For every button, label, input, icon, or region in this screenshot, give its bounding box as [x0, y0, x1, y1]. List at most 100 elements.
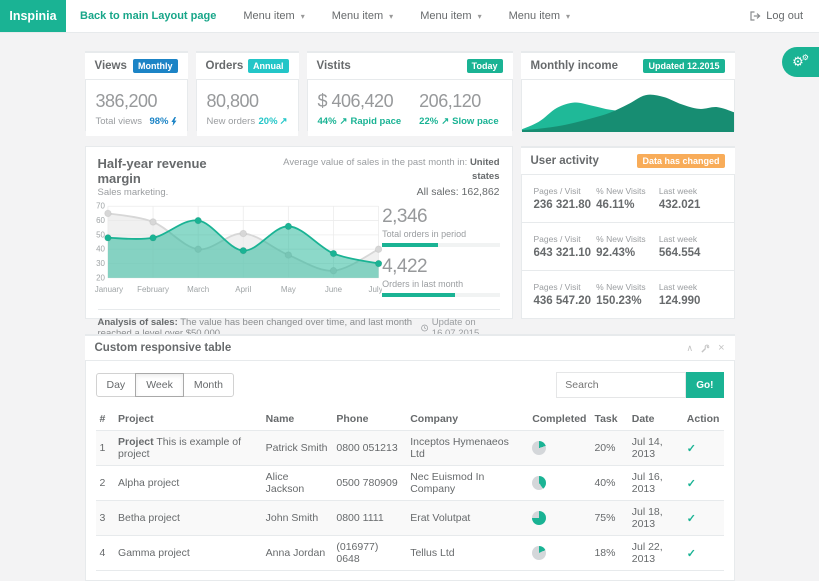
month-button[interactable]: Month: [183, 373, 234, 397]
check-icon[interactable]: ✓: [687, 548, 696, 560]
logout-button[interactable]: Log out: [750, 10, 803, 22]
collapse-icon[interactable]: ∧: [686, 344, 693, 353]
table-panel-title: Custom responsive table: [95, 342, 232, 354]
sign-out-icon: [750, 11, 761, 21]
annual-badge: Annual: [248, 59, 289, 73]
monthly-badge: Monthly: [133, 59, 178, 73]
close-icon[interactable]: ×: [718, 343, 724, 354]
check-icon[interactable]: ✓: [687, 443, 696, 455]
back-to-layout-link[interactable]: Back to main Layout page: [80, 10, 216, 22]
data-changed-badge: Data has changed: [637, 154, 724, 168]
views-label: Total views: [96, 116, 142, 127]
orders-in-period-progress: [382, 243, 499, 247]
caret-down-icon: ▾: [478, 12, 482, 21]
visits-metric-1: $ 406,420 44% ↗ Rapid pace: [318, 89, 402, 127]
user-activity-title: User activity: [531, 155, 599, 167]
menu-item-1[interactable]: Menu item ▾: [243, 10, 304, 22]
check-icon[interactable]: ✓: [687, 478, 696, 490]
bolt-icon: [171, 117, 177, 126]
user-activity-panel: User activity Data has changed Pages / V…: [521, 146, 735, 319]
svg-text:June: June: [324, 285, 342, 294]
go-button[interactable]: Go!: [686, 372, 723, 398]
svg-text:July: July: [368, 285, 382, 294]
orders-delta: 20% ↗: [259, 116, 288, 127]
svg-text:50: 50: [96, 231, 105, 240]
svg-text:60: 60: [96, 216, 105, 225]
svg-text:40: 40: [96, 245, 105, 254]
day-button[interactable]: Day: [96, 373, 137, 397]
orders-last-month-value: 4,422: [382, 256, 499, 278]
table-row-wrap: Custom responsive table ∧ × Day Week Mon…: [85, 334, 735, 581]
menu-item-2[interactable]: Menu item ▾: [332, 10, 393, 22]
visits-card-title: Vistits: [317, 60, 351, 72]
projects-table: # Project Name Phone Company Completed T…: [96, 408, 724, 571]
brand-logo[interactable]: Inspinia: [0, 0, 66, 32]
revenue-stats: 2,346 Total orders in period 4,422 Order…: [382, 202, 499, 306]
gear-small-icon: ⚙: [802, 54, 809, 62]
completed-pie-icon: [532, 441, 546, 455]
svg-text:30: 30: [96, 259, 105, 268]
menu-item-3[interactable]: Menu item ▾: [420, 10, 481, 22]
svg-text:April: April: [235, 285, 251, 294]
orders-last-month-progress: [382, 293, 499, 297]
views-card: Views Monthly 386,200 Total views 98%: [85, 51, 188, 131]
orders-card: Orders Annual 80,800 New orders 20% ↗: [196, 51, 299, 131]
svg-text:May: May: [280, 285, 295, 294]
completed-pie-icon: [532, 546, 546, 560]
check-icon[interactable]: ✓: [687, 513, 696, 525]
svg-text:70: 70: [96, 202, 105, 211]
user-activity-row: Pages / Visit643 321.10 % New Visits92.4…: [522, 223, 734, 271]
table-header-row: # Project Name Phone Company Completed T…: [96, 408, 724, 431]
clock-icon: [421, 323, 428, 333]
views-card-title: Views: [95, 60, 127, 72]
orders-label: New orders: [207, 116, 256, 127]
caret-down-icon: ▾: [389, 12, 393, 21]
orders-in-period-value: 2,346: [382, 206, 499, 228]
orders-card-title: Orders: [206, 60, 244, 72]
revenue-note: Average value of sales in the past month…: [253, 156, 499, 200]
user-activity-row: Pages / Visit436 547.20 % New Visits150.…: [522, 271, 734, 318]
svg-text:January: January: [94, 285, 122, 294]
table-row: 1 Project This is example of project Pat…: [96, 431, 724, 466]
top-navbar: Inspinia Back to main Layout page Menu i…: [0, 0, 819, 33]
caret-down-icon: ▾: [566, 12, 570, 21]
week-button[interactable]: Week: [135, 373, 184, 397]
table-row: 4 Gamma project Anna Jordan (016977) 064…: [96, 536, 724, 571]
svg-text:February: February: [137, 285, 169, 294]
stat-cards-row: Views Monthly 386,200 Total views 98%: [85, 51, 735, 131]
updated-badge: Updated 12.2015: [643, 59, 724, 73]
level-up-icon: ↗: [340, 116, 348, 127]
revenue-margin-panel: Half-year revenue margin Sales marketing…: [85, 146, 513, 319]
completed-pie-icon: [532, 476, 546, 490]
svg-text:March: March: [187, 285, 209, 294]
views-delta: 98%: [149, 116, 176, 127]
menu-item-4[interactable]: Menu item ▾: [509, 10, 570, 22]
revenue-subtitle: Sales marketing.: [98, 187, 254, 198]
level-up-icon: ↗: [441, 116, 449, 127]
monthly-income-title: Monthly income: [531, 60, 619, 72]
today-badge: Today: [467, 59, 503, 73]
custom-table-panel: Custom responsive table ∧ × Day Week Mon…: [85, 334, 735, 581]
all-sales: All sales: 162,862: [253, 185, 499, 201]
middle-row: Half-year revenue margin Sales marketing…: [85, 146, 735, 319]
table-row: 2 Alpha project Alice Jackson 0500 78090…: [96, 466, 724, 501]
revenue-margin-chart: 20 30 40 50 60 70 January February March April May…: [92, 202, 383, 298]
range-button-group: Day Week Month: [96, 373, 235, 397]
views-value: 386,200: [96, 91, 177, 112]
orders-value: 80,800: [207, 91, 288, 112]
revenue-title: Half-year revenue margin: [98, 156, 254, 186]
search-input[interactable]: [556, 372, 686, 398]
monthly-income-chart: [522, 80, 734, 132]
content-wrapper: Views Monthly 386,200 Total views 98%: [85, 33, 735, 581]
svg-text:20: 20: [96, 274, 105, 283]
visits-metric-2: 206,120 22% ↗ Slow pace: [419, 89, 498, 127]
level-up-icon: ↗: [280, 116, 288, 127]
user-activity-row: Pages / Visit236 321.80 % New Visits46.1…: [522, 175, 734, 223]
caret-down-icon: ▾: [301, 12, 305, 21]
theme-config-button[interactable]: ⚙ ⚙: [782, 47, 819, 77]
table-row: 3 Betha project John Smith 0800 1111 Era…: [96, 501, 724, 536]
visits-card: Vistits Today $ 406,420 44% ↗ Rapid pace…: [307, 51, 513, 131]
completed-pie-icon: [532, 511, 546, 525]
monthly-income-card: Monthly income Updated 12.2015: [521, 51, 735, 131]
wrench-icon[interactable]: [701, 344, 710, 353]
